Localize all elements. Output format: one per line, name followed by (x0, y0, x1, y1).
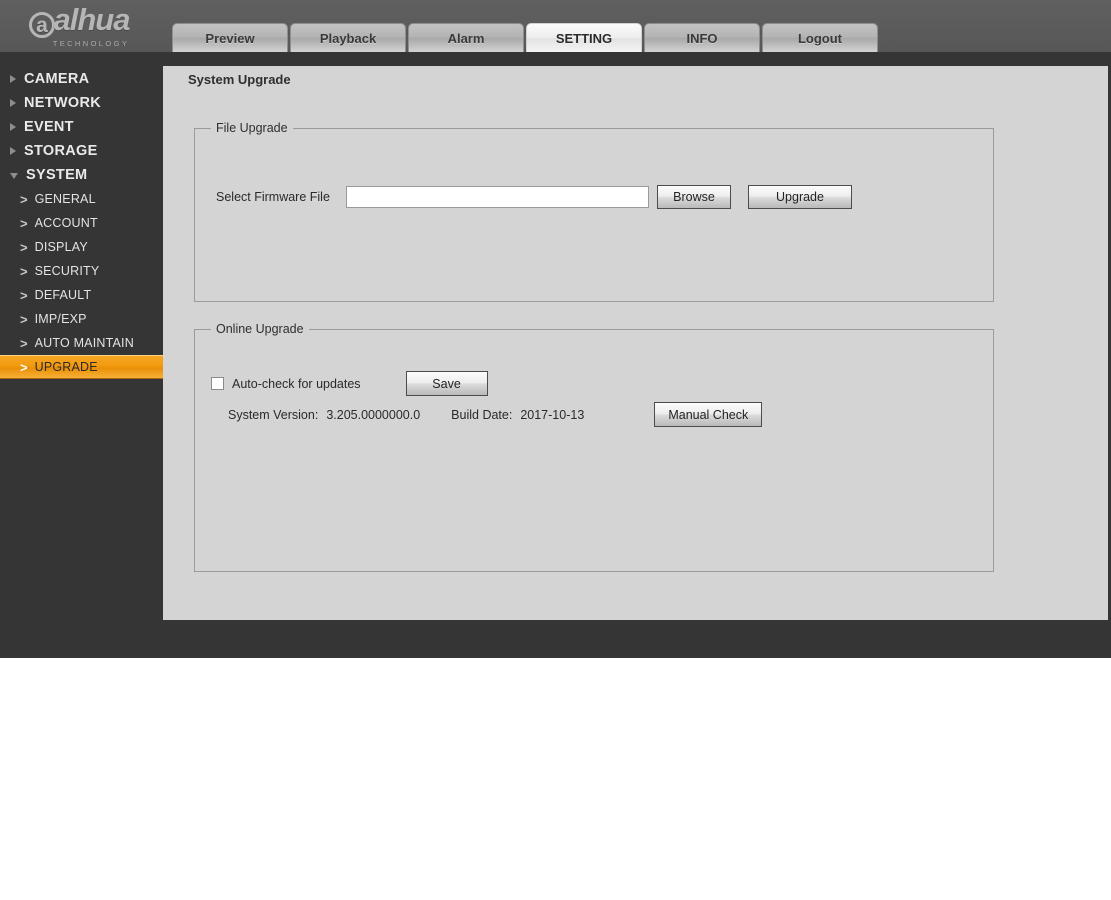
save-button[interactable]: Save (405, 371, 488, 396)
app-header: a alhua TECHNOLOGY Preview Playback Alarm… (0, 0, 1111, 52)
nav-tab-preview[interactable]: Preview (172, 23, 288, 52)
firmware-file-label: Select Firmware File (216, 190, 330, 204)
chevron-right-icon: > (20, 311, 28, 327)
sidebar-item-storage[interactable]: STORAGE (0, 139, 163, 163)
sidebar-label-account: ACCOUNT (34, 216, 98, 230)
sidebar-item-default[interactable]: > DEFAULT (0, 283, 163, 307)
build-date-value: 2017-10-13 (520, 407, 585, 422)
chevron-right-icon: > (20, 191, 28, 207)
sidebar-item-network[interactable]: NETWORK (0, 91, 163, 115)
manual-check-button[interactable]: Manual Check (654, 402, 763, 427)
sidebar-label-system: SYSTEM (26, 167, 88, 183)
content-panel: File Upgrade Select Firmware File Browse… (163, 66, 1108, 620)
nav-tab-playback[interactable]: Playback (290, 23, 406, 52)
logo-tagline: TECHNOLOGY (52, 39, 130, 48)
sidebar-item-event[interactable]: EVENT (0, 115, 163, 139)
chevron-right-icon: > (20, 287, 28, 303)
nav-tab-setting[interactable]: SETTING (526, 23, 642, 52)
sidebar-label-general: GENERAL (34, 192, 96, 206)
sidebar-label-camera: CAMERA (24, 71, 90, 87)
auto-check-label: Auto-check for updates (232, 376, 361, 391)
logo-wordmark: a alhua (28, 2, 131, 38)
sidebar-nav: CAMERA NETWORK EVENT STORAGE SYSTEM > GE… (0, 52, 163, 658)
system-version-label: System Version: (228, 407, 319, 422)
page-tab-strip: System Upgrade (163, 66, 1108, 93)
browse-button[interactable]: Browse (657, 185, 731, 209)
dahua-logo: a alhua TECHNOLOGY (8, 4, 150, 48)
chevron-right-icon: > (20, 239, 28, 255)
chevron-right-icon: > (20, 359, 28, 375)
app-window: a alhua TECHNOLOGY Preview Playback Alarm… (0, 0, 1111, 900)
autocheck-row: Auto-check for updates Save (211, 371, 488, 396)
sidebar-item-account[interactable]: > ACCOUNT (0, 211, 163, 235)
chevron-right-icon (10, 99, 16, 107)
sidebar-label-event: EVENT (24, 119, 74, 135)
sidebar-item-general[interactable]: > GENERAL (0, 187, 163, 211)
sidebar-label-network: NETWORK (24, 95, 102, 111)
file-upgrade-legend: File Upgrade (216, 121, 288, 135)
main-nav-tabs: Preview Playback Alarm SETTING INFO Logo… (172, 23, 878, 52)
chevron-right-icon: > (20, 335, 28, 351)
chevron-down-icon (10, 173, 18, 179)
sidebar-label-default: DEFAULT (34, 288, 92, 302)
nav-tab-logout[interactable]: Logout (762, 23, 878, 52)
online-upgrade-section: Online Upgrade Auto-check for updates Sa… (194, 322, 994, 572)
chevron-right-icon (10, 123, 16, 131)
sidebar-label-upgrade: UPGRADE (34, 360, 98, 374)
sidebar-item-camera[interactable]: CAMERA (0, 67, 163, 91)
auto-check-checkbox[interactable] (211, 377, 224, 390)
sidebar-item-security[interactable]: > SECURITY (0, 259, 163, 283)
firmware-file-row: Select Firmware File Browse Upgrade (216, 185, 852, 209)
sidebar-item-display[interactable]: > DISPLAY (0, 235, 163, 259)
chevron-right-icon: > (20, 215, 28, 231)
chevron-right-icon (10, 75, 16, 83)
chevron-right-icon: > (20, 263, 28, 279)
tab-system-upgrade[interactable]: System Upgrade (171, 66, 308, 93)
nav-tab-info[interactable]: INFO (644, 23, 760, 52)
sidebar-item-system[interactable]: SYSTEM (0, 163, 163, 187)
sidebar-item-auto-maintain[interactable]: > AUTO MAINTAIN (0, 331, 163, 355)
sidebar-item-upgrade[interactable]: > UPGRADE (0, 355, 163, 379)
online-upgrade-legend: Online Upgrade (216, 322, 304, 336)
system-version-value: 3.205.0000000.0 (326, 407, 421, 422)
version-info-row: System Version: 3.205.0000000.0 Build Da… (228, 402, 763, 427)
sidebar-item-impexp[interactable]: > IMP/EXP (0, 307, 163, 331)
sidebar-label-auto-maintain: AUTO MAINTAIN (34, 336, 134, 350)
logo-a-glyph: a (28, 12, 55, 38)
upgrade-button[interactable]: Upgrade (748, 185, 852, 209)
logo-text: alhua (53, 2, 131, 37)
file-upgrade-section: File Upgrade Select Firmware File Browse… (194, 121, 994, 302)
firmware-file-input[interactable] (346, 186, 649, 208)
build-date-label: Build Date: (451, 407, 513, 422)
sidebar-label-display: DISPLAY (34, 240, 88, 254)
chevron-right-icon (10, 147, 16, 155)
sidebar-label-impexp: IMP/EXP (34, 312, 87, 326)
nav-tab-alarm[interactable]: Alarm (408, 23, 524, 52)
sidebar-label-storage: STORAGE (24, 143, 98, 159)
sidebar-label-security: SECURITY (34, 264, 100, 278)
